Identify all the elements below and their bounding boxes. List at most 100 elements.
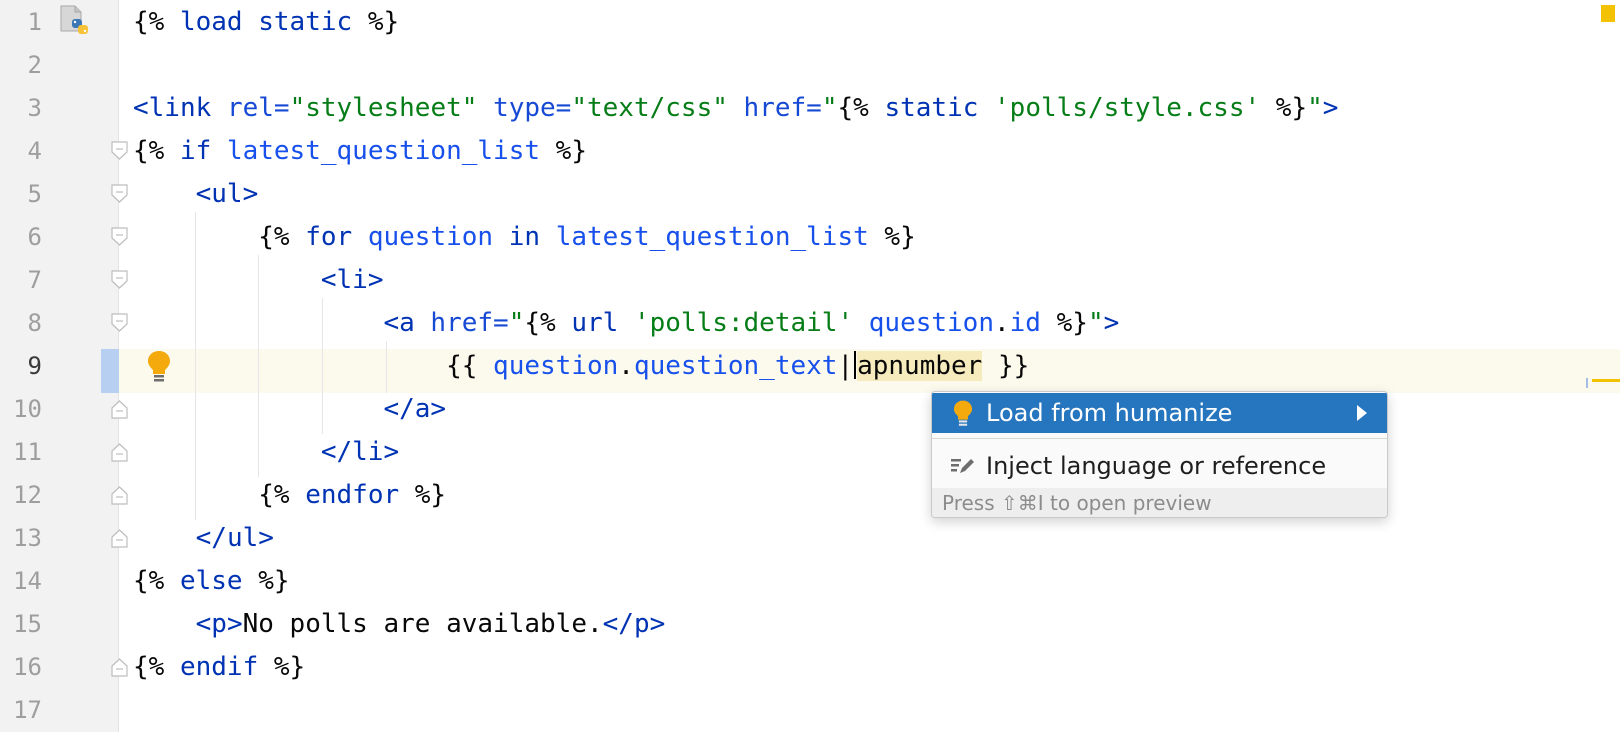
line-number[interactable]: 17 xyxy=(0,688,42,732)
code-line[interactable]: {% load static %} xyxy=(133,0,399,44)
code-token: No polls are available. xyxy=(242,609,603,639)
code-token: li xyxy=(352,437,384,467)
code-line[interactable]: <ul> xyxy=(133,172,259,216)
code-line[interactable]: {% endif %} xyxy=(133,645,305,689)
code-token: . xyxy=(618,351,634,381)
line-number[interactable]: 5 xyxy=(0,172,42,216)
code-token: question xyxy=(493,351,619,381)
code-token: rel= xyxy=(226,93,290,123)
line-number[interactable]: 14 xyxy=(0,559,42,603)
python-django-template-file-icon xyxy=(60,5,90,41)
code-token: static xyxy=(884,93,979,123)
code-line[interactable]: </ul> xyxy=(133,516,274,560)
code-token: a xyxy=(414,394,431,424)
line-number[interactable]: 4 xyxy=(0,129,42,173)
line-number[interactable]: 13 xyxy=(0,516,42,560)
line-number[interactable]: 10 xyxy=(0,387,42,431)
line-number[interactable]: 3 xyxy=(0,86,42,130)
code-token: </ xyxy=(602,609,634,639)
code-token: {% xyxy=(258,222,290,252)
line-number[interactable]: 2 xyxy=(0,43,42,87)
lightbulb-icon[interactable] xyxy=(146,349,172,383)
code-token: " xyxy=(508,308,525,338)
code-line[interactable]: {% if latest_question_list %} xyxy=(133,129,587,173)
code-token: < xyxy=(133,93,149,123)
unresolved-filter-token: apnumber xyxy=(857,351,983,381)
code-token: < xyxy=(320,265,337,295)
code-token: > xyxy=(242,179,259,209)
code-token: type= xyxy=(493,93,572,123)
code-token: %} xyxy=(367,7,400,37)
line-number[interactable]: 8 xyxy=(0,301,42,345)
menu-item-label: Inject language or reference xyxy=(986,452,1327,480)
code-token: > xyxy=(1322,93,1339,123)
line-number[interactable]: 11 xyxy=(0,430,42,474)
code-editor[interactable]: {% load static %} <link rel="stylesheet" … xyxy=(119,0,1620,732)
inject-language-item[interactable]: Inject language or reference xyxy=(932,446,1387,486)
code-line[interactable]: {% else %} xyxy=(133,559,290,603)
code-token: > xyxy=(649,609,666,639)
line-number[interactable]: 1 xyxy=(0,0,42,44)
line-number[interactable]: 9 xyxy=(0,344,42,388)
code-token: {% xyxy=(837,93,869,123)
code-line[interactable]: </a> xyxy=(133,387,446,431)
code-token: question_text xyxy=(633,351,838,381)
code-line[interactable]: <a href="{% url 'polls:detail' question.… xyxy=(133,301,1119,345)
inspection-status-indicator[interactable] xyxy=(1601,5,1615,22)
line-number[interactable]: 16 xyxy=(0,645,42,689)
code-line[interactable]: <li> xyxy=(133,258,384,302)
code-token: </ xyxy=(320,437,353,467)
code-token: question xyxy=(868,308,994,338)
code-token: in xyxy=(508,222,541,252)
code-token: %} xyxy=(258,566,290,596)
code-token: %} xyxy=(1275,93,1308,123)
code-token: < xyxy=(383,308,400,338)
code-token: %} xyxy=(414,480,447,510)
code-line[interactable]: {{ question.question_text| apnumber }} xyxy=(133,344,1029,388)
lightbulb-icon xyxy=(949,399,977,427)
code-line[interactable]: {% for question in latest_question_list … xyxy=(133,215,916,259)
code-token: question xyxy=(367,222,494,252)
changed-line-marker xyxy=(101,349,119,393)
code-token: ul xyxy=(211,179,243,209)
load-from-humanize-item[interactable]: Load from humanize xyxy=(932,393,1387,433)
warning-stripe-marker[interactable] xyxy=(1592,379,1620,382)
code-token: | xyxy=(837,351,854,381)
code-token: {% xyxy=(133,136,165,166)
code-token: endfor xyxy=(305,480,400,510)
line-number[interactable]: 12 xyxy=(0,473,42,517)
code-line[interactable]: </li> xyxy=(133,430,399,474)
code-token: {{ xyxy=(446,351,478,381)
code-token: for xyxy=(305,222,353,252)
code-token: else xyxy=(179,566,243,596)
code-token: id xyxy=(1009,308,1041,338)
code-line[interactable]: {% endfor %} xyxy=(133,473,446,517)
line-number[interactable]: 6 xyxy=(0,215,42,259)
line-number[interactable]: 7 xyxy=(0,258,42,302)
code-line[interactable]: <link rel="stylesheet" type="text/css" h… xyxy=(133,86,1338,130)
code-token: li xyxy=(336,265,368,295)
code-token: href= xyxy=(430,308,509,338)
code-token: 'polls/style.css' xyxy=(994,93,1261,123)
code-token: > xyxy=(226,609,243,639)
code-line[interactable]: <p>No polls are available.</p> xyxy=(133,602,666,646)
code-token: }} xyxy=(997,351,1030,381)
line-number[interactable]: 15 xyxy=(0,602,42,646)
